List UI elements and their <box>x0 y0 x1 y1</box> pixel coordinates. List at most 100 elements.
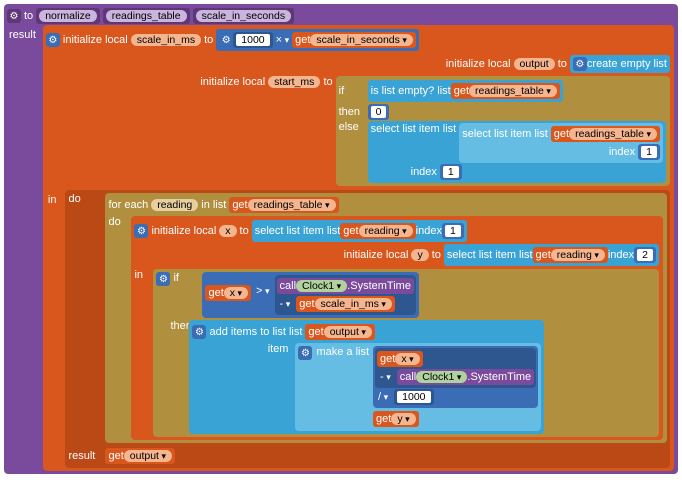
gear-icon[interactable]: ⚙ <box>46 33 60 47</box>
mult-left: 1000 <box>233 32 272 48</box>
kw-select: select list item list <box>371 123 457 135</box>
get-x[interactable]: get x <box>205 285 251 301</box>
select-inner[interactable]: select list item list get readings_table <box>459 123 663 163</box>
op-times[interactable]: × <box>273 34 292 46</box>
kw-to2: to <box>432 249 441 261</box>
is-list-empty[interactable]: is list empty? list get readings_table <box>368 80 563 102</box>
kw-init: initialize local <box>200 76 265 88</box>
compare-gt[interactable]: get x > <box>202 272 418 318</box>
if-expr[interactable]: if is list empty? list get readings_tabl… <box>336 76 670 186</box>
mult-block[interactable]: ⚙ 1000 × get scale_in_seconds <box>216 29 419 51</box>
var-start-ms[interactable]: start_ms <box>268 76 320 88</box>
proc-arg1[interactable]: readings_table <box>103 8 190 24</box>
get-readings2[interactable]: get readings_table <box>551 126 660 142</box>
var-dd[interactable]: scale_in_seconds <box>310 34 413 46</box>
if-stmt[interactable]: ⚙ if get x <box>153 269 659 437</box>
gear-icon[interactable]: ⚙ <box>192 325 206 339</box>
minus2[interactable]: get x <box>375 348 536 388</box>
kw-makelist: make a list <box>312 346 373 358</box>
idx1b[interactable]: 1 <box>440 164 462 180</box>
get-reading-y[interactable]: get reading <box>533 247 608 263</box>
var-y[interactable]: y <box>411 249 428 261</box>
get-scale-ms[interactable]: get scale_in_ms <box>296 296 395 312</box>
proc-arg2[interactable]: scale_in_seconds <box>193 8 294 24</box>
proc-def[interactable]: ⚙ to normalize readings_table scale_in_s… <box>4 4 678 474</box>
var-reading[interactable]: reading <box>151 199 198 211</box>
get-readings1[interactable]: get readings_table <box>451 83 560 99</box>
clock-call2[interactable]: call Clock1 .SystemTime <box>397 369 534 385</box>
clock-method: .SystemTime <box>347 280 411 292</box>
thousand[interactable]: 1000 <box>394 389 433 405</box>
zero-block[interactable]: 0 <box>368 104 390 120</box>
var-dd[interactable]: scale_in_ms <box>315 298 392 310</box>
get-scale-sec[interactable]: get scale_in_seconds <box>292 32 416 48</box>
kw-else: else <box>339 121 365 133</box>
make-list[interactable]: ⚙ make a list <box>295 343 541 431</box>
gear-icon[interactable]: ⚙ <box>219 33 233 47</box>
var-dd[interactable]: output <box>124 450 172 462</box>
var-x[interactable]: x <box>219 225 236 237</box>
proc-name[interactable]: normalize <box>36 8 100 24</box>
var-dd[interactable]: readings_table <box>469 85 557 97</box>
minus-block[interactable]: call Clock1 .SystemTime <box>275 275 416 315</box>
var-dd[interactable]: x <box>395 353 419 365</box>
init-local-outer[interactable]: ⚙ initialize local scale_in_ms to ⚙ 1000… <box>43 25 674 471</box>
op-minus[interactable]: - <box>377 371 394 383</box>
kw-foreach: for each <box>108 199 148 211</box>
get-output[interactable]: get output <box>305 324 375 340</box>
kw-index: index <box>416 225 442 237</box>
for-each[interactable]: for each reading in list get readings_ta… <box>105 193 667 443</box>
clock-call1[interactable]: call Clock1 .SystemTime <box>277 278 414 294</box>
select-y[interactable]: select list item list get reading index … <box>444 244 659 266</box>
init-output: initialize local output to ⚙ create empt… <box>446 54 670 74</box>
var-dd[interactable]: x <box>224 287 248 299</box>
var-dd[interactable]: reading <box>551 249 605 261</box>
get-y[interactable]: get y <box>373 411 419 427</box>
kw-in2: in <box>134 269 150 281</box>
idx1a[interactable]: 1 <box>638 144 660 160</box>
gear-icon[interactable]: ⚙ <box>7 9 21 23</box>
select-outer[interactable]: select list item list select list item l… <box>368 121 666 183</box>
init-xy[interactable]: ⚙ initialize local x to select list item… <box>131 216 663 440</box>
kw-item: item <box>192 343 292 355</box>
var-dd[interactable]: output <box>324 326 372 338</box>
create-empty-list[interactable]: ⚙ create empty list <box>570 55 670 73</box>
kw-then2: then <box>156 320 186 332</box>
do-result: do for each reading in list get readings… <box>65 190 670 468</box>
kw-init: initialize local <box>344 249 409 261</box>
var-dd[interactable]: readings_table <box>569 128 657 140</box>
add-items[interactable]: ⚙ add items to list list get output <box>189 320 544 434</box>
op-div[interactable]: / <box>375 391 391 403</box>
kw-select: select list item list <box>462 128 548 140</box>
kw-init: initialize local <box>63 34 128 46</box>
kw-index: index <box>411 166 437 178</box>
gear-icon[interactable]: ⚙ <box>298 346 312 360</box>
op-gt[interactable]: > <box>253 285 272 297</box>
gear-icon[interactable]: ⚙ <box>156 272 170 286</box>
gear-icon[interactable]: ⚙ <box>573 57 587 71</box>
kw-inlist: in list <box>201 199 226 211</box>
div-block[interactable]: get x <box>373 346 538 408</box>
init-scale-ms: ⚙ initialize local scale_in_ms to ⚙ 1000… <box>46 28 670 52</box>
get-readings3[interactable]: get readings_table <box>229 197 338 213</box>
get-output2[interactable]: get output <box>105 448 175 464</box>
var-dd[interactable]: readings_table <box>248 199 336 211</box>
kw-init: initialize local <box>151 225 216 237</box>
get-x2[interactable]: get x <box>377 351 423 367</box>
gear-icon[interactable]: ⚙ <box>134 224 148 238</box>
clock-comp[interactable]: Clock1 <box>296 280 347 292</box>
get-reading-x[interactable]: get reading <box>340 223 415 239</box>
select-x[interactable]: select list item list get reading index … <box>252 220 467 242</box>
kw-if: if <box>339 85 365 97</box>
idx-y[interactable]: 2 <box>634 247 656 263</box>
var-dd[interactable]: reading <box>359 225 413 237</box>
kw-then: then <box>339 106 365 118</box>
kw-do: do <box>68 193 102 205</box>
op-minus[interactable]: - <box>277 298 294 310</box>
idx-x[interactable]: 1 <box>442 223 464 239</box>
var-scale-ms[interactable]: scale_in_ms <box>131 34 201 46</box>
kw-do2: do <box>108 216 128 228</box>
var-output[interactable]: output <box>514 58 555 70</box>
clock-comp[interactable]: Clock1 <box>416 371 467 383</box>
var-dd[interactable]: y <box>391 413 415 425</box>
